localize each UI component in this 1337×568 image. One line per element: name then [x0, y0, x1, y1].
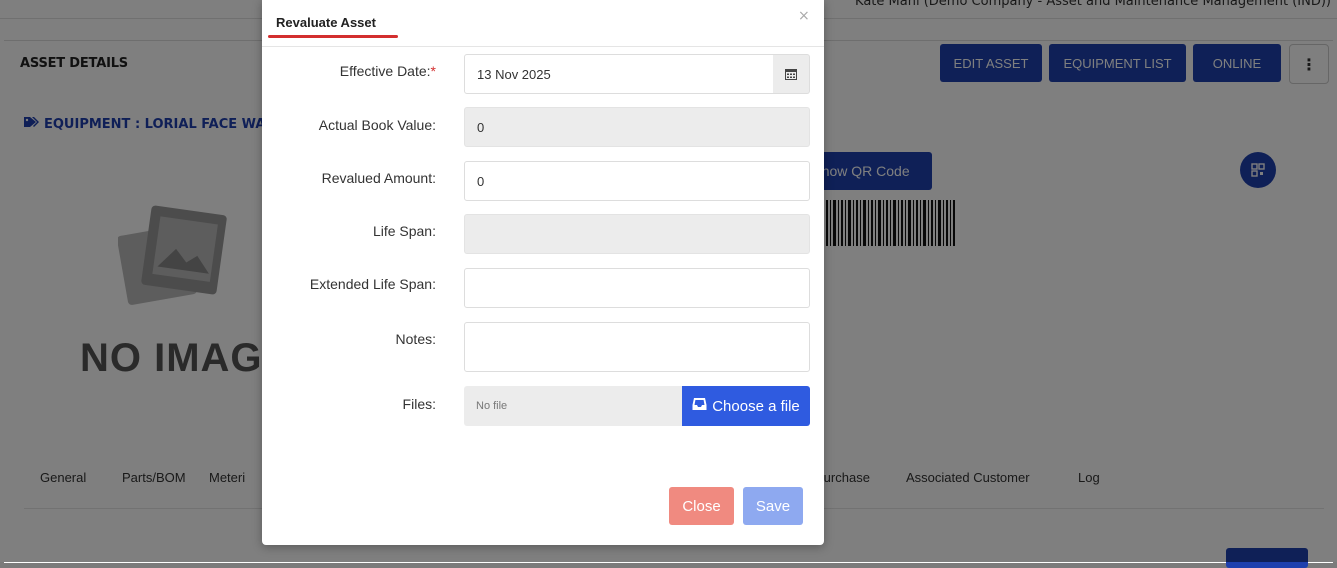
life-span-label: Life Span: — [372, 223, 436, 239]
files-label: Files: — [402, 396, 436, 412]
revaluate-asset-modal: Revaluate Asset × Effective Date:* 13 No… — [262, 0, 824, 545]
save-button[interactable]: Save — [743, 487, 803, 525]
effective-date-input[interactable]: 13 Nov 2025 — [464, 54, 774, 94]
actual-book-value-label: Actual Book Value: — [318, 117, 436, 133]
notes-label: Notes: — [395, 331, 436, 347]
extended-life-span-label: Extended Life Span: — [309, 276, 436, 292]
effective-date-label: Effective Date:* — [339, 63, 436, 79]
actual-book-value-field: 0 — [464, 107, 810, 147]
close-icon[interactable]: × — [798, 8, 810, 24]
calendar-icon[interactable] — [773, 54, 810, 94]
modal-header-divider — [262, 46, 824, 47]
modal-title: Revaluate Asset — [276, 15, 376, 30]
choose-file-label: Choose a file — [712, 397, 800, 415]
extended-life-span-input[interactable] — [464, 268, 810, 308]
required-mark: * — [430, 63, 436, 79]
revalued-amount-label: Revalued Amount: — [321, 170, 436, 186]
close-button[interactable]: Close — [669, 487, 734, 525]
life-span-field — [464, 214, 810, 254]
revalued-amount-input[interactable]: 0 — [464, 161, 810, 201]
inbox-icon — [692, 397, 712, 415]
file-name-display[interactable]: No file — [464, 386, 682, 426]
modal-title-underline — [268, 35, 398, 38]
notes-textarea[interactable] — [464, 322, 810, 372]
choose-file-button[interactable]: Choose a file — [682, 386, 810, 426]
